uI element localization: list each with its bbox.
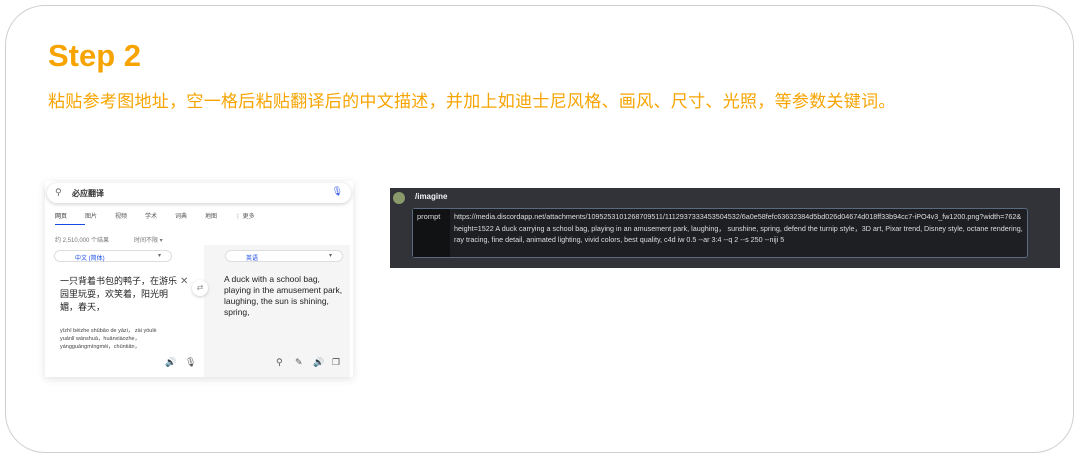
command-name: /imagine	[415, 192, 448, 201]
time-filter[interactable]: 时间不限 ▾	[134, 235, 163, 244]
discord-imagine-screenshot: /imagine prompt https://media.discordapp…	[390, 188, 1060, 268]
microphone-icon[interactable]: 🎙	[332, 186, 343, 197]
avatar	[393, 192, 405, 204]
tab-web[interactable]: 网页	[55, 211, 85, 225]
search-query[interactable]: 必应翻译	[72, 188, 104, 199]
swap-languages-icon[interactable]: ⇄	[192, 280, 208, 296]
tab-videos[interactable]: 视频	[115, 211, 145, 225]
target-language-select[interactable]: 英语	[225, 250, 343, 262]
pinyin-line: yángguāngmíngmèi，chūntiān，	[60, 344, 141, 350]
bing-translate-screenshot: ⚲ 必应翻译 🎙 网页 图片 视频 学术 词典 地图 ⋮ 更多 约 2,510,…	[45, 181, 353, 377]
tab-images[interactable]: 图片	[85, 211, 115, 225]
search-icon[interactable]: ⚲	[276, 357, 283, 368]
clear-icon[interactable]: ✕	[180, 276, 188, 287]
search-tabs: 网页 图片 视频 学术 词典 地图 ⋮ 更多	[55, 211, 265, 225]
source-panel: 中文 (简体) 一只背着书包的鸭子，在游乐园里玩耍，欢笑着，阳光明媚，春天， ✕…	[50, 245, 204, 377]
source-language-select[interactable]: 中文 (简体)	[54, 250, 172, 262]
step-description: 粘贴参考图地址，空一格后粘贴翻译后的中文描述，并加上如迪士尼风格、画风、尺寸、光…	[48, 92, 896, 111]
prompt-text[interactable]: https://media.discordapp.net/attachments…	[454, 211, 1024, 246]
tab-maps[interactable]: 地图	[205, 211, 235, 225]
speaker-icon[interactable]: 🔊	[313, 357, 324, 368]
edit-icon[interactable]: ✎	[295, 357, 303, 368]
speaker-icon[interactable]: 🔊	[165, 357, 176, 368]
prompt-label: prompt	[413, 209, 450, 257]
pinyin: yīzhī bèizhe shūbāo de yāzi， zài yóulè y…	[60, 327, 157, 351]
prompt-input[interactable]: prompt https://media.discordapp.net/atta…	[412, 208, 1028, 258]
search-bar[interactable]: ⚲ 必应翻译 🎙	[47, 183, 351, 203]
step-title: Step 2	[48, 38, 142, 73]
tab-more[interactable]: ⋮ 更多	[235, 211, 265, 225]
copy-icon[interactable]: ❐	[332, 357, 340, 368]
source-text[interactable]: 一只背着书包的鸭子，在游乐园里玩耍，欢笑着，阳光明媚，春天，	[60, 275, 185, 314]
translation-text: A duck with a school bag, playing in the…	[224, 274, 343, 317]
tab-dictionary[interactable]: 词典	[175, 211, 205, 225]
pinyin-line: yuánlǐ wánshuǎ，huānxiàozhe，	[60, 336, 141, 342]
result-count: 约 2,510,000 个结果	[55, 238, 110, 244]
search-icon: ⚲	[55, 187, 62, 197]
translation-panel: 英语 A duck with a school bag, playing in …	[204, 245, 350, 377]
tab-academic[interactable]: 学术	[145, 211, 175, 225]
pinyin-line: yīzhī bèizhe shūbāo de yāzi， zài yóulè	[60, 328, 157, 334]
microphone-icon[interactable]: 🎙	[185, 357, 196, 368]
